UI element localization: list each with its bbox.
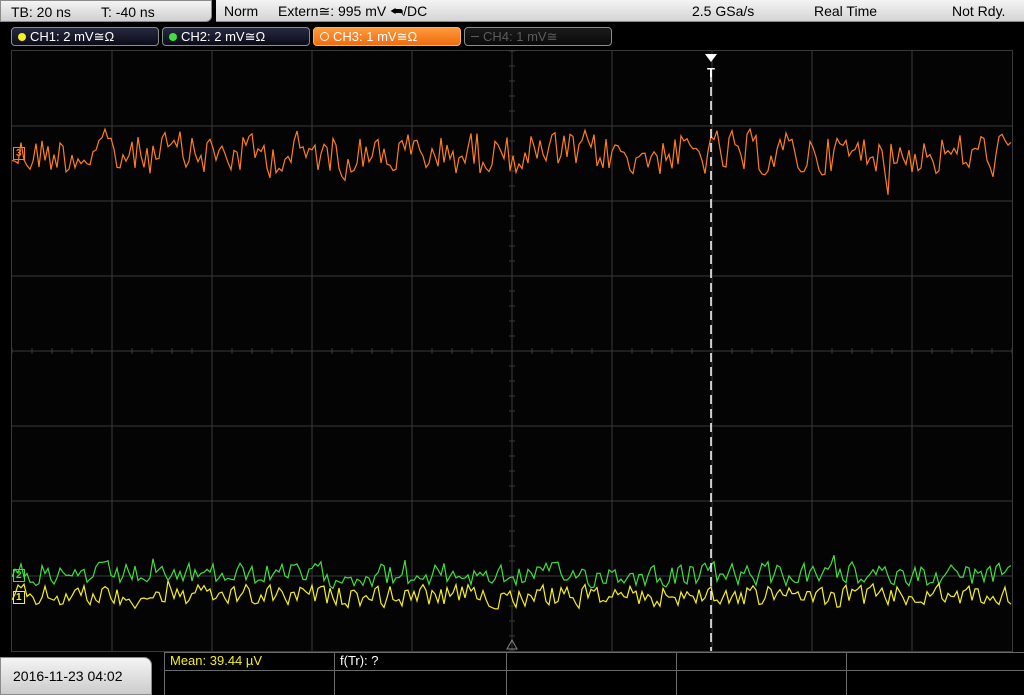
measurement-rise-freq-label: f(Tr): ? [340,653,379,668]
tab-ch4[interactable]: CH4: 1 mV≅ [464,27,612,46]
tab-ch2[interactable]: CH2: 2 mV≅Ω [162,27,310,46]
ch2-label: CH2: 2 mV≅Ω [181,29,266,44]
trigger-position: T: -40 ns [101,4,155,20]
measurement-rise-freq[interactable]: f(Tr): ? [334,652,506,695]
acquisition-state: Not Rdy. [952,3,1006,19]
ch2-offset-marker[interactable]: 2 [13,569,25,582]
ch1-indicator-icon [18,33,26,41]
ch1-offset-marker[interactable]: 1 [13,591,25,604]
measurement-bar: Mean: 39.44 µV f(Tr): ? [164,652,1024,695]
datetime-box: 2016-11-23 04:02 [0,657,152,695]
measurement-mean[interactable]: Mean: 39.44 µV [164,652,334,695]
acquisition-status-strip[interactable]: Norm Extern≅: 995 mV ⮪/DC 2.5 GSa/s Real… [216,0,1024,22]
top-status-bar: TB: 20 ns T: -40 ns Norm Extern≅: 995 mV… [0,0,1024,24]
ch1-label: CH1: 2 mV≅Ω [30,29,115,44]
timebase-scale: TB: 20 ns [11,4,71,20]
trigger-source: Extern≅: 995 mV ⮪/DC [278,3,428,19]
ch2-indicator-icon [169,33,177,41]
measurement-slot-4[interactable] [676,652,846,695]
datetime: 2016-11-23 04:02 [13,668,123,684]
measurement-slot-3[interactable] [506,652,676,695]
trigger-marker-label: T [707,65,715,80]
tab-ch3[interactable]: CH3: 1 mV≅Ω [313,27,461,46]
acquisition-mode: Real Time [814,3,878,19]
ch3-indicator-icon [320,32,329,41]
ch4-label: CH4: 1 mV≅ [483,29,558,44]
tab-ch1[interactable]: CH1: 2 mV≅Ω [11,27,159,46]
trigger-mode: Norm [224,3,259,19]
waveform-canvas: T [12,51,1012,651]
measurement-slot-5[interactable] [846,652,1024,695]
ch3-label: CH3: 1 mV≅Ω [333,29,418,44]
trigger-arrow-icon[interactable] [705,54,717,62]
measurement-mean-label: Mean: 39.44 µV [170,653,263,668]
ch3-offset-marker[interactable]: 3 [13,147,25,160]
sample-rate: 2.5 GSa/s [692,3,755,19]
ch4-off-icon [471,36,479,37]
timebase-box[interactable]: TB: 20 ns T: -40 ns [0,0,212,22]
waveform-display[interactable]: T 3 2 1 [11,50,1013,652]
